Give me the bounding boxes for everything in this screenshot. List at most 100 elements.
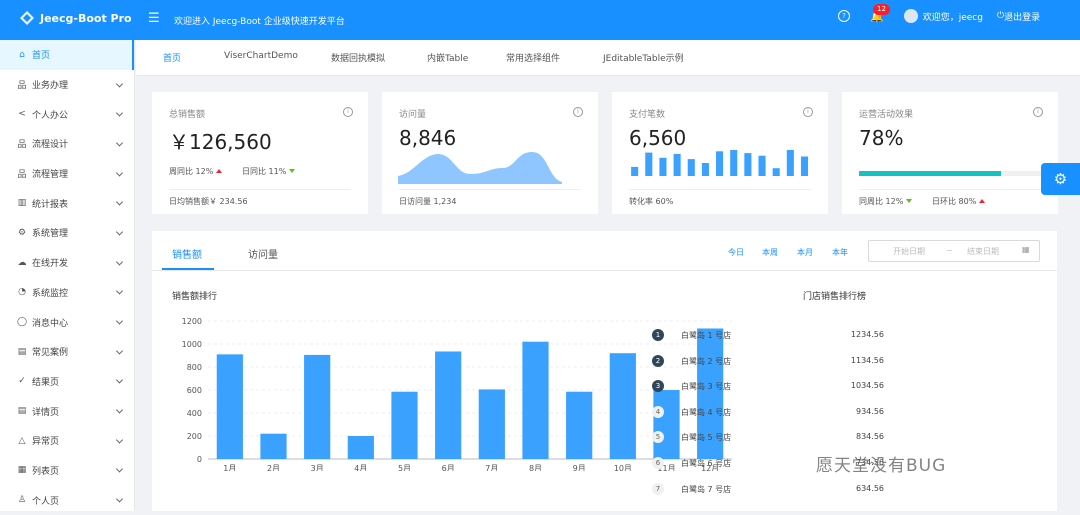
logo[interactable]: Jeecg-Boot Pro: [20, 11, 132, 25]
x-tick-label: 9月: [573, 464, 586, 471]
trend-value: 12%: [195, 167, 214, 176]
chevron-down-icon: [115, 258, 124, 266]
x-tick-label: 3月: [311, 464, 324, 471]
tab-visits[interactable]: 访问量: [248, 246, 278, 261]
sidebar-item[interactable]: ⚙ 系统管理: [0, 218, 134, 248]
store-sales: 934.56: [856, 406, 884, 416]
sidebar-item[interactable]: 品业务办理: [0, 70, 134, 100]
trend-value: 11%: [268, 167, 287, 176]
info-icon[interactable]: i: [573, 107, 583, 117]
chevron-down-icon: [115, 406, 124, 414]
sidebar-item[interactable]: < 个人办公: [0, 99, 134, 129]
ranking-row: 7 白鹭岛 7 号店 634.56: [652, 481, 884, 497]
dashboard-icon: ◔: [18, 287, 26, 298]
visits-card: 访问量 i 8,846 日访问量 1,234: [382, 92, 598, 214]
store-name: 白鹭岛 3 号店: [681, 382, 732, 392]
menu-fold-icon[interactable]: ☰: [148, 11, 160, 26]
trend-label: 同周比: [859, 197, 883, 206]
progress-fill: [859, 171, 1001, 176]
notification-badge: 12: [873, 3, 890, 15]
ranking-row: 1 白鹭岛 1 号店 1234.56: [652, 327, 884, 343]
page-tab[interactable]: 数据回执模拟: [331, 51, 385, 64]
card-title: 访问量: [399, 110, 427, 120]
sidebar-item[interactable]: ◯ 消息中心: [0, 307, 134, 337]
bar[interactable]: [478, 389, 505, 459]
bar[interactable]: [522, 341, 549, 459]
welcome-text: 欢迎进入 Jeecg-Boot 企业级快速开发平台: [174, 17, 345, 27]
chevron-down-icon: [115, 79, 124, 88]
sidebar-item[interactable]: ☁ 在线开发: [0, 248, 134, 278]
help-icon[interactable]: ?: [838, 10, 850, 22]
x-tick-label: 10月: [614, 464, 632, 471]
mini-bar: [687, 159, 695, 176]
sidebar-item[interactable]: ▦ 列表页: [0, 456, 134, 486]
sidebar: ⌂ 首页品业务办理 < 个人办公品流程设计品流程管理 ▥ 统计报表 ⚙ 系统管理 ☁ 在线开发 ◔ 系…: [0, 40, 135, 511]
sidebar-item[interactable]: ✓ 结果页: [0, 367, 134, 397]
date-range-picker[interactable]: 开始日期 ~ 结束日期 ▦: [868, 240, 1040, 262]
card-title: 支付笔数: [629, 110, 666, 120]
info-icon[interactable]: i: [803, 107, 813, 117]
trend-label: 日环比: [932, 197, 956, 206]
sidebar-item[interactable]: ⌂ 首页: [0, 40, 134, 70]
sidebar-item[interactable]: ▥ 统计报表: [0, 188, 134, 218]
chevron-down-icon: [115, 228, 124, 236]
payments-card: 支付笔数 i 6,560 转化率 60%: [612, 92, 828, 214]
page-tab[interactable]: ViserChartDemo: [224, 51, 298, 61]
divider: [152, 270, 1057, 271]
x-tick-label: 7月: [485, 464, 498, 471]
info-icon[interactable]: i: [343, 107, 353, 117]
sidebar-item-label: 常见案例: [32, 348, 69, 359]
range-today[interactable]: 今日: [728, 247, 744, 258]
sidebar-item[interactable]: 品流程设计: [0, 129, 134, 159]
sidebar-item-label: 个人办公: [32, 110, 69, 121]
sidebar-item[interactable]: 品流程管理: [0, 159, 134, 189]
y-tick-label: 400: [187, 409, 202, 418]
avatar[interactable]: [903, 9, 918, 23]
sidebar-item[interactable]: ▤ 常见案例: [0, 337, 134, 367]
range-month[interactable]: 本月: [797, 247, 813, 258]
end-date-input[interactable]: 结束日期: [967, 246, 999, 257]
store-name: 白鹭岛 6 号店: [681, 459, 732, 468]
cloud-icon: ☁: [17, 257, 27, 268]
ranking-row: 4 白鹭岛 4 号店 934.56: [652, 404, 884, 420]
chevron-down-icon: [115, 287, 124, 295]
range-year[interactable]: 本年: [832, 247, 848, 258]
chevron-down-icon: [115, 109, 124, 117]
settings-drawer-button[interactable]: ⚙: [1041, 163, 1080, 195]
chevron-down-icon: [115, 317, 124, 325]
bar[interactable]: [347, 436, 374, 459]
ranking-row: 3 白鹭岛 3 号店 1034.56: [652, 378, 884, 394]
logout-icon[interactable]: ⏻: [997, 11, 1004, 21]
logout-link[interactable]: 退出登录: [1004, 10, 1040, 23]
bar[interactable]: [653, 390, 680, 459]
bar[interactable]: [566, 391, 593, 459]
sidebar-item-label: 列表页: [32, 466, 60, 477]
tab-sales[interactable]: 销售额: [172, 246, 202, 261]
sidebar-item-label: 系统管理: [32, 229, 69, 240]
warning-icon: △: [18, 435, 26, 446]
sidebar-item[interactable]: △ 异常页: [0, 426, 134, 456]
store-name: 白鹭岛 5 号店: [681, 433, 732, 443]
setting-icon: ⚙: [17, 227, 27, 238]
sidebar-item[interactable]: ◔ 系统监控: [0, 278, 134, 308]
app-title: Jeecg-Boot Pro: [40, 11, 132, 25]
bar[interactable]: [435, 351, 462, 459]
notification-bell-icon[interactable]: 🔔 12: [870, 3, 890, 23]
page-tab[interactable]: 首页: [163, 51, 181, 64]
bar[interactable]: [216, 354, 243, 459]
info-icon[interactable]: i: [1033, 107, 1043, 117]
store-sales: 834.56: [856, 432, 884, 442]
bar[interactable]: [304, 354, 331, 459]
user-greeting[interactable]: 欢迎您，jeecg: [923, 10, 983, 23]
start-date-input[interactable]: 开始日期: [893, 246, 925, 257]
range-week[interactable]: 本周: [762, 247, 778, 258]
sidebar-item-label: 异常页: [32, 437, 60, 448]
bar[interactable]: [609, 353, 636, 459]
page-tab[interactable]: JEditableTable示例: [603, 51, 684, 64]
bar[interactable]: [260, 433, 287, 459]
book-icon: ▤: [17, 346, 27, 357]
page-tab[interactable]: 内嵌Table: [427, 51, 468, 64]
sidebar-item[interactable]: ▤ 详情页: [0, 396, 134, 426]
page-tab[interactable]: 常用选择组件: [506, 51, 560, 64]
bar[interactable]: [391, 391, 418, 459]
